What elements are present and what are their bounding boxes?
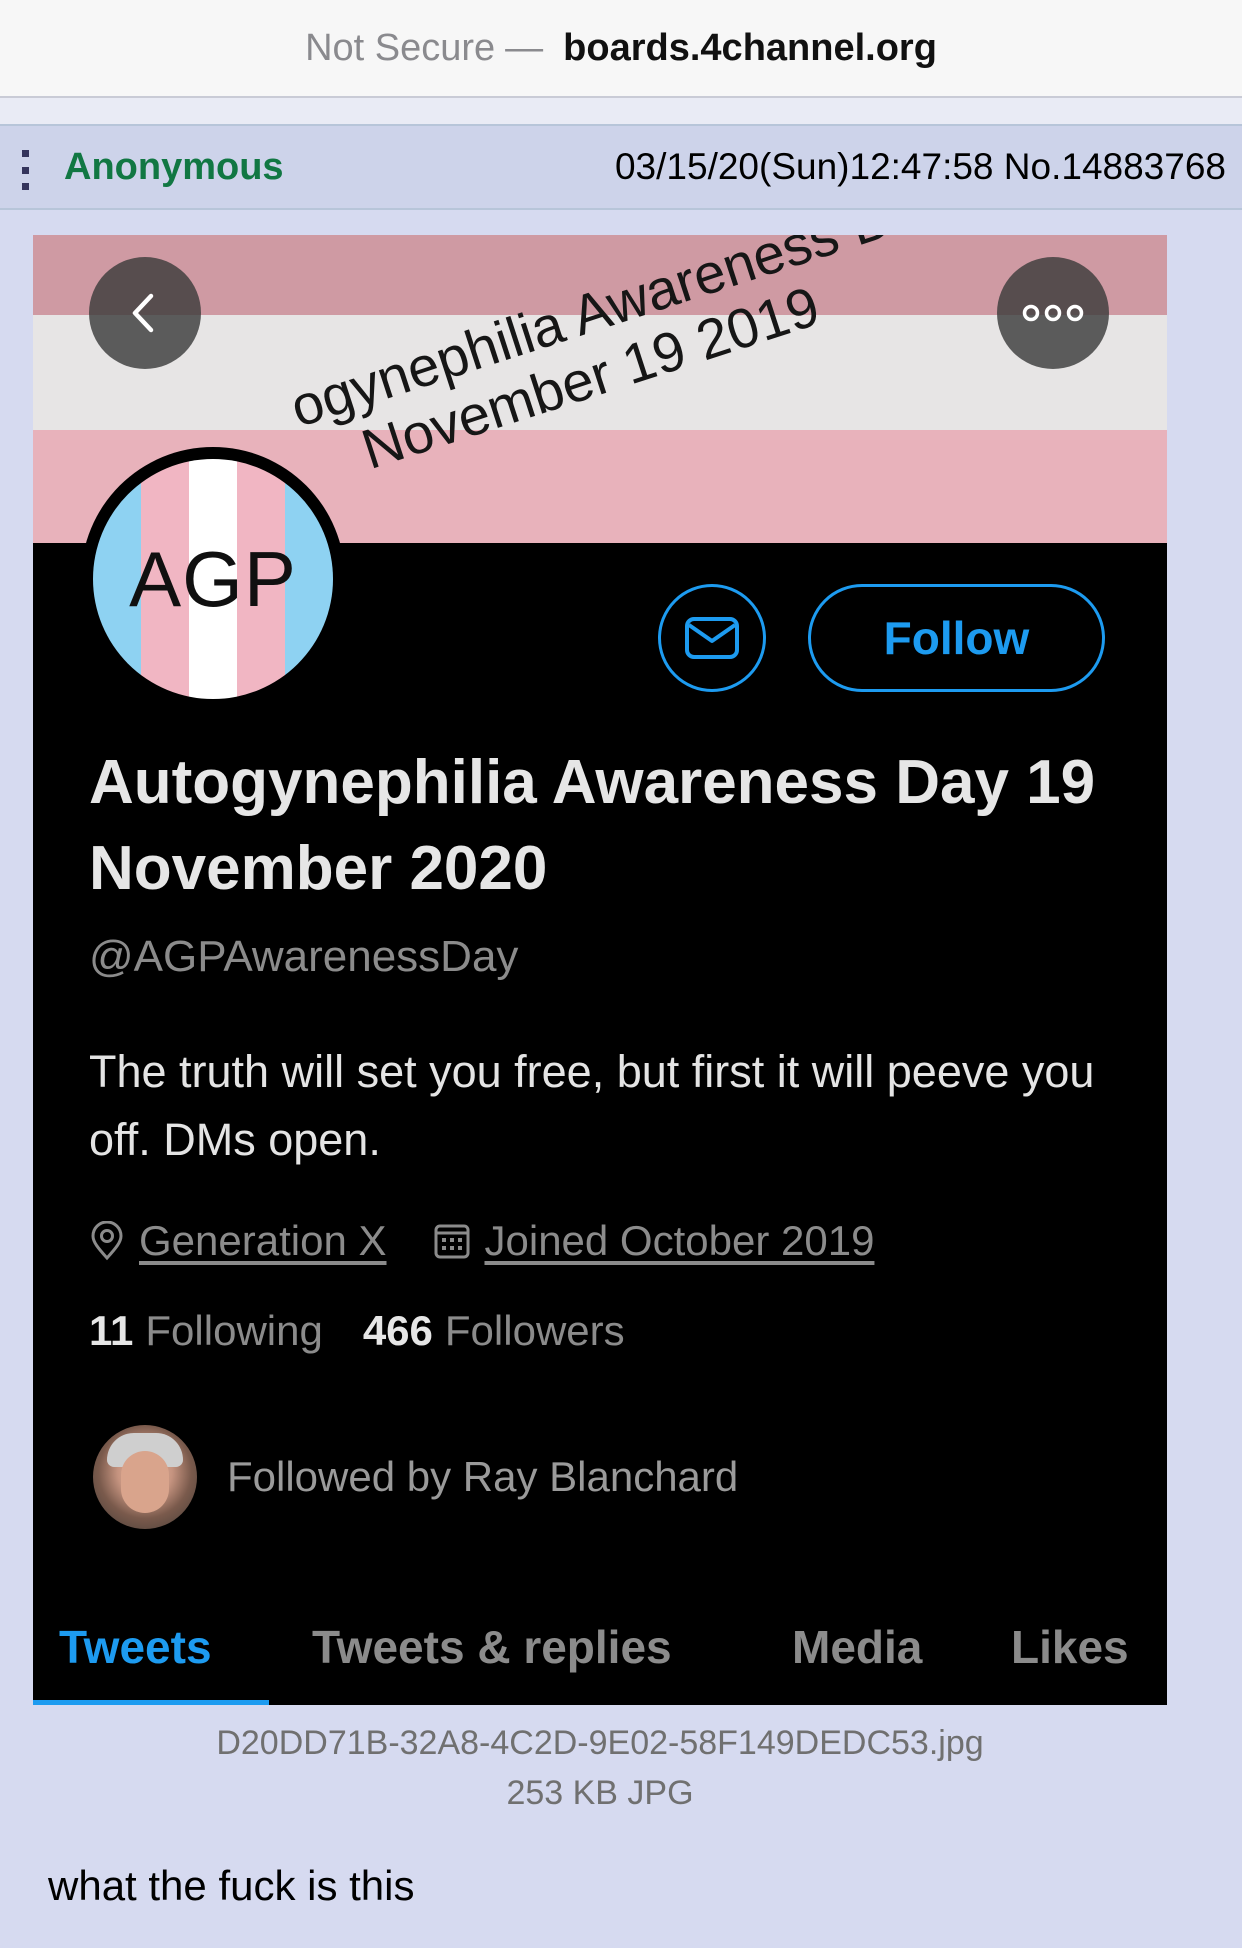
followers-label: Followers bbox=[444, 1307, 625, 1354]
following-count: 11 bbox=[89, 1307, 134, 1354]
tab-tweets[interactable]: Tweets bbox=[59, 1620, 212, 1674]
location-item: Generation X bbox=[89, 1217, 387, 1265]
follower-avatar bbox=[93, 1425, 197, 1529]
joined-date: Joined October 2019 bbox=[484, 1217, 875, 1264]
address-separator: — bbox=[505, 26, 544, 69]
followed-by-text: Followed by Ray Blanchard bbox=[227, 1453, 739, 1500]
post-image[interactable]: ogynephilia Awareness D November 19 2019… bbox=[33, 235, 1167, 1705]
security-label: Not Secure bbox=[305, 26, 496, 69]
more-options-button[interactable] bbox=[997, 257, 1109, 369]
address-host: boards.4channel.org bbox=[563, 26, 937, 69]
banner-text: ogynephilia Awareness D November 19 2019 bbox=[283, 235, 918, 498]
following-label: Following bbox=[145, 1307, 323, 1354]
follow-button[interactable]: Follow bbox=[808, 584, 1105, 692]
location-pin-icon bbox=[91, 1221, 123, 1261]
profile-tabs: Tweets Tweets & replies Media Likes bbox=[33, 1600, 1167, 1705]
message-button[interactable] bbox=[658, 584, 766, 692]
avatar-text: AGP bbox=[129, 534, 297, 623]
post-date-number[interactable]: 03/15/20(Sun)12:47:58 No.14883768 bbox=[615, 146, 1226, 188]
post-comment: what the fuck is this bbox=[48, 1862, 415, 1909]
profile-display-name: Autogynephilia Awareness Day 19 November… bbox=[89, 748, 1096, 903]
calendar-icon bbox=[434, 1224, 469, 1259]
divider bbox=[0, 98, 1242, 126]
location-link[interactable]: Generation X bbox=[139, 1217, 387, 1265]
poster-name: Anonymous bbox=[64, 146, 284, 188]
following-count-link[interactable]: 11 Following bbox=[89, 1307, 323, 1355]
tab-media[interactable]: Media bbox=[792, 1620, 922, 1674]
follow-counts: 11 Following 466 Followers bbox=[89, 1307, 625, 1355]
followed-by-row[interactable]: Followed by Ray Blanchard bbox=[93, 1425, 738, 1529]
profile-avatar[interactable]: AGP bbox=[81, 447, 345, 711]
back-arrow-icon bbox=[132, 293, 154, 333]
tab-tweets-replies[interactable]: Tweets & replies bbox=[312, 1620, 672, 1674]
mail-icon bbox=[685, 617, 739, 659]
joined-item: Joined October 2019 bbox=[433, 1217, 875, 1265]
more-options-icon bbox=[1022, 304, 1084, 322]
post-header: Anonymous 03/15/20(Sun)12:47:58 No.14883… bbox=[0, 126, 1242, 210]
tab-likes[interactable]: Likes bbox=[1011, 1620, 1129, 1674]
file-info: D20DD71B-32A8-4C2D-9E02-58F149DEDC53.jpg… bbox=[0, 1718, 1200, 1818]
file-size-type: 253 KB JPG bbox=[506, 1774, 694, 1812]
followers-count-link[interactable]: 466 Followers bbox=[363, 1307, 625, 1355]
profile-meta-row: Generation X Joined October 2019 bbox=[89, 1211, 874, 1271]
file-name[interactable]: D20DD71B-32A8-4C2D-9E02-58F149DEDC53.jpg bbox=[0, 1718, 1200, 1768]
back-button[interactable] bbox=[89, 257, 201, 369]
followers-count: 466 bbox=[362, 1307, 433, 1354]
active-tab-indicator bbox=[33, 1700, 269, 1705]
address-bar[interactable]: Not Secure — boards.4channel.org bbox=[0, 0, 1242, 98]
profile-handle: @AGPAwarenessDay bbox=[89, 932, 519, 981]
menu-dots-icon[interactable] bbox=[22, 150, 30, 190]
profile-bio: The truth will set you free, but first i… bbox=[89, 1046, 1095, 1165]
